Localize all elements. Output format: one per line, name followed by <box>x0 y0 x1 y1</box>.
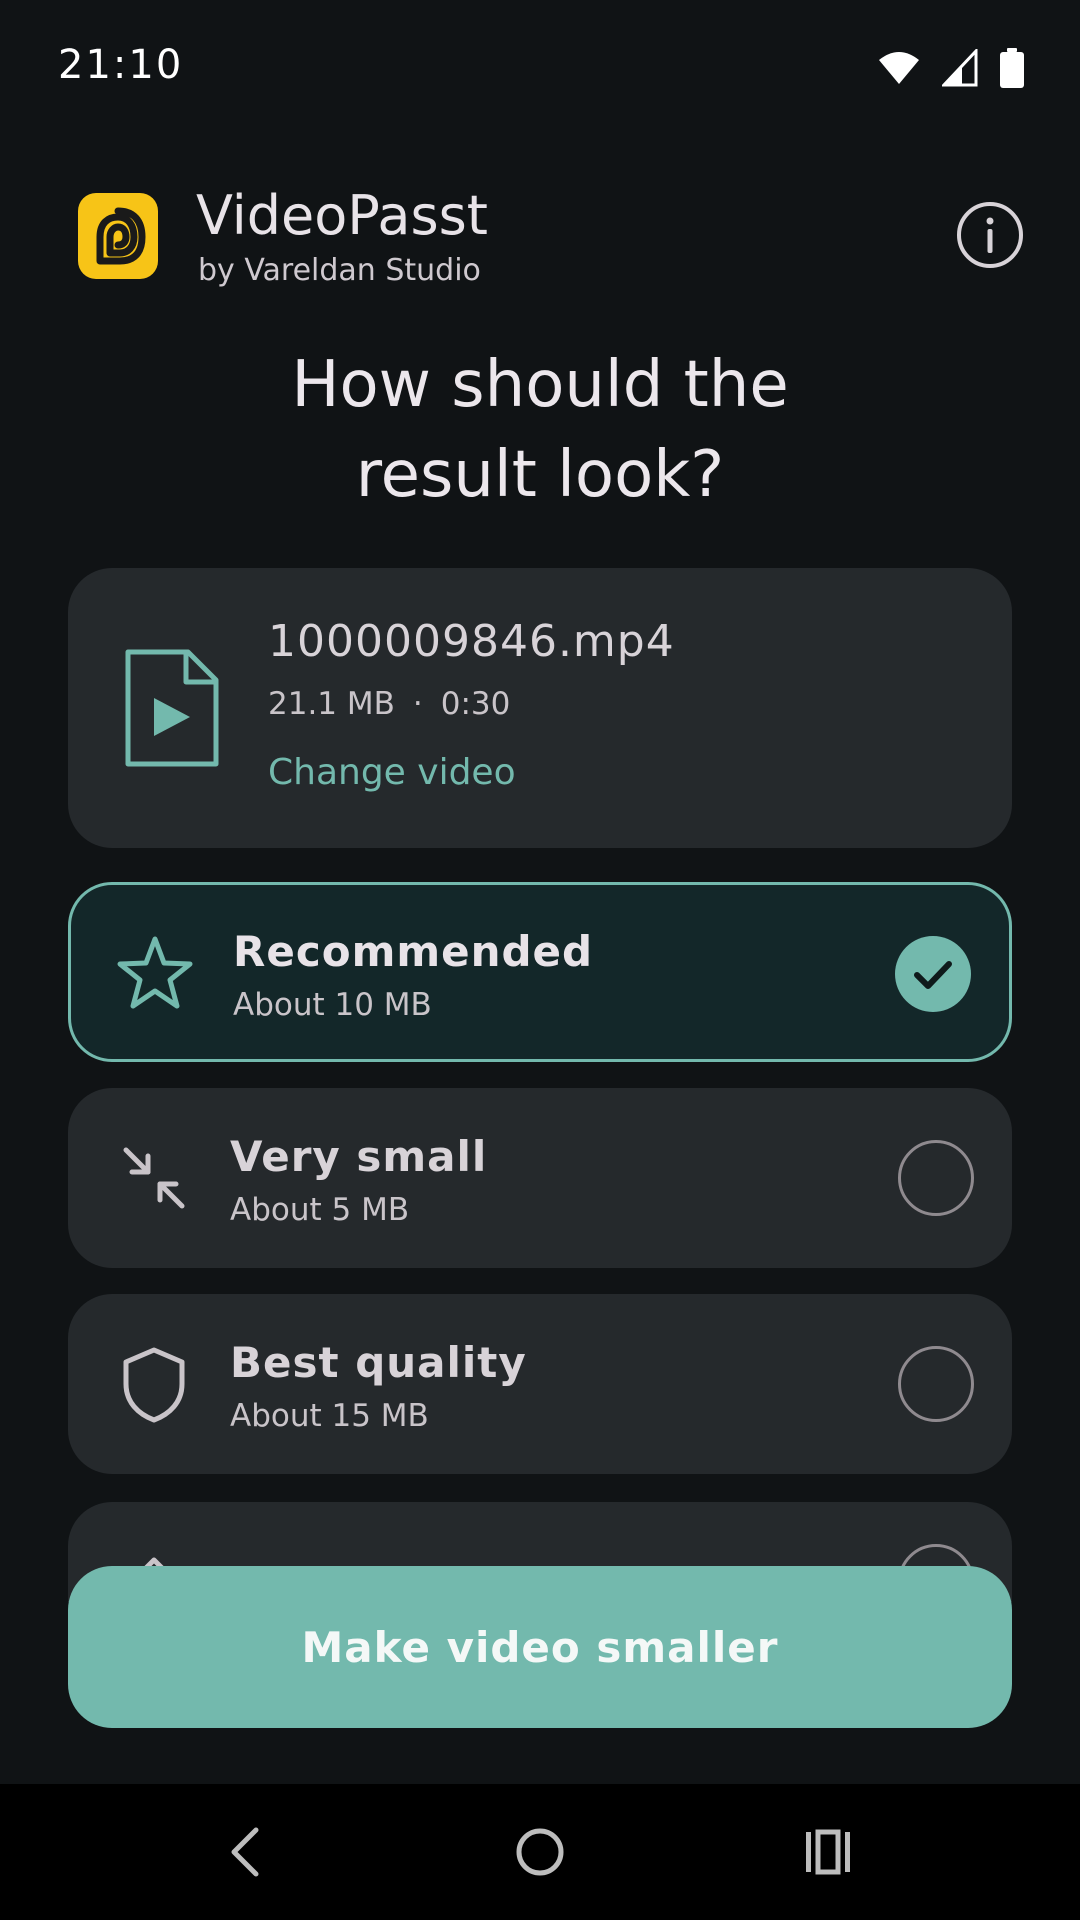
status-bar: 21:10 <box>0 0 1080 135</box>
option-title: Best quality <box>230 1338 527 1387</box>
headline-line-1: How should the <box>291 348 789 422</box>
option-subtitle: About 15 MB <box>230 1398 429 1434</box>
option-very-small[interactable]: Very small About 5 MB <box>68 1088 1012 1268</box>
recents-icon[interactable] <box>790 1814 866 1890</box>
option-best-quality[interactable]: Best quality About 15 MB <box>68 1294 1012 1474</box>
file-name: 1000009846.mp4 <box>268 616 675 667</box>
star-icon <box>117 936 193 1009</box>
option-subtitle: About 5 MB <box>230 1192 410 1228</box>
option-title: Recommended <box>233 927 594 976</box>
option-subtitle: About 10 MB <box>233 987 432 1023</box>
page-headline: How should the result look? <box>0 340 1080 520</box>
app-title: VideoPasst <box>196 184 488 247</box>
back-icon[interactable] <box>210 1814 286 1890</box>
check-icon <box>914 961 952 989</box>
meta-separator: · <box>412 686 423 722</box>
shield-icon <box>123 1347 185 1423</box>
file-meta: 21.1 MB · 0:30 <box>268 686 510 722</box>
app-subtitle: by Vareldan Studio <box>198 253 481 288</box>
battery-icon <box>1000 48 1024 88</box>
compress-arrows-icon <box>123 1147 185 1209</box>
file-size: 21.1 MB <box>268 686 395 722</box>
change-video-button[interactable]: Change video <box>268 752 516 793</box>
file-card: 1000009846.mp4 21.1 MB · 0:30 Change video <box>68 568 1012 848</box>
video-file-icon <box>125 649 219 767</box>
status-icons <box>878 48 1024 88</box>
option-title: Very small <box>230 1132 488 1181</box>
radio-unselected[interactable] <box>898 1346 974 1422</box>
headline-line-2: result look? <box>355 438 725 512</box>
system-nav-bar <box>0 1784 1080 1920</box>
app-header: VideoPasst by Vareldan Studio <box>78 184 1024 295</box>
wifi-icon <box>879 52 919 84</box>
info-icon[interactable] <box>956 201 1024 269</box>
radio-selected[interactable] <box>895 936 971 1012</box>
file-duration: 0:30 <box>440 686 511 722</box>
option-recommended[interactable]: Recommended About 10 MB <box>68 882 1012 1062</box>
app-screen: 21:10 VideoPasst by Vareldan Studio How … <box>0 0 1080 1920</box>
home-icon[interactable] <box>502 1814 578 1890</box>
cell-signal-icon <box>942 49 978 87</box>
radio-unselected[interactable] <box>898 1140 974 1216</box>
status-time: 21:10 <box>58 42 184 88</box>
app-logo-icon <box>78 193 158 279</box>
make-video-smaller-button[interactable]: Make video smaller <box>68 1566 1012 1728</box>
